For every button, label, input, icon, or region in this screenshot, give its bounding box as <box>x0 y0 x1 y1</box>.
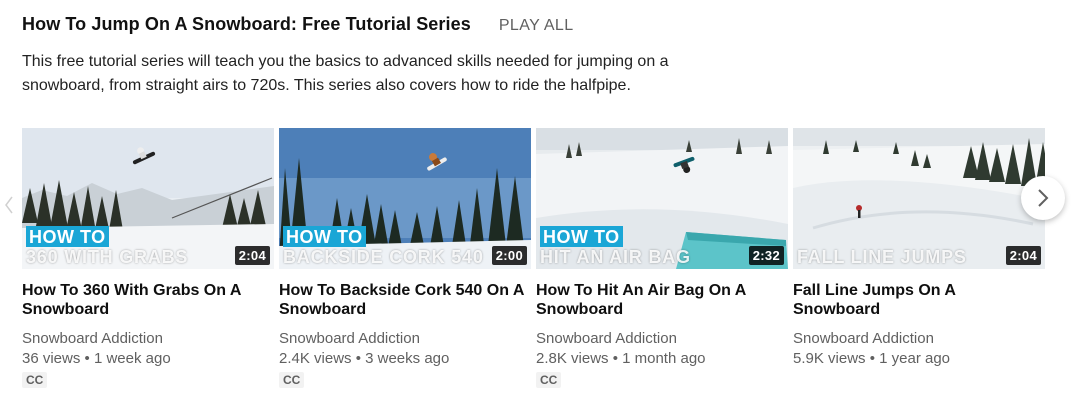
duration-badge: 2:32 <box>748 246 784 265</box>
duration-badge: 2:04 <box>234 246 270 265</box>
overlay-top-label: HOW TO <box>283 226 366 247</box>
duration-badge: 2:04 <box>1005 246 1041 265</box>
video-card[interactable]: HOW TO HIT AN AIR BAG 2:32 How To Hit An… <box>536 128 788 389</box>
channel-name[interactable]: Snowboard Addiction <box>793 329 1045 349</box>
overlay-bottom-label: FALL LINE JUMPS <box>797 247 967 267</box>
video-thumbnail[interactable]: FALL LINE JUMPS 2:04 <box>793 128 1045 269</box>
video-meta: How To 360 With Grabs On A Snowboard Sno… <box>22 269 274 389</box>
overlay-bottom-label: BACKSIDE CORK 540 <box>283 247 484 267</box>
cc-badge: CC <box>536 372 562 388</box>
video-title[interactable]: Fall Line Jumps On A Snowboard <box>793 281 1045 319</box>
video-stats: 2.4K views • 3 weeks ago <box>279 350 450 367</box>
next-arrow-button[interactable] <box>1021 176 1065 220</box>
shelf-description: This free tutorial series will teach you… <box>22 53 669 94</box>
thumbnail-overlay-text: FALL LINE JUMPS <box>797 247 967 266</box>
video-card[interactable]: HOW TO 360 WITH GRABS 2:04 How To 360 Wi… <box>22 128 274 389</box>
channel-name[interactable]: Snowboard Addiction <box>536 329 788 349</box>
video-thumbnail[interactable]: HOW TO HIT AN AIR BAG 2:32 <box>536 128 788 269</box>
video-title[interactable]: How To Hit An Air Bag On A Snowboard <box>536 281 788 319</box>
channel-name[interactable]: Snowboard Addiction <box>22 329 274 349</box>
video-meta: How To Hit An Air Bag On A Snowboard Sno… <box>536 269 788 389</box>
video-card[interactable]: FALL LINE JUMPS 2:04 Fall Line Jumps On … <box>793 128 1045 369</box>
chevron-right-icon <box>1038 189 1049 207</box>
thumbnail-overlay-text: HOW TO 360 WITH GRABS <box>26 226 188 266</box>
overlay-bottom-label: 360 WITH GRABS <box>26 247 189 267</box>
video-card[interactable]: HOW TO BACKSIDE CORK 540 2:00 How To Bac… <box>279 128 531 389</box>
cc-badge: CC <box>279 372 305 388</box>
cc-badge: CC <box>22 372 48 388</box>
video-meta: How To Backside Cork 540 On A Snowboard … <box>279 269 531 389</box>
overlay-bottom-label: HIT AN AIR BAG <box>540 247 691 267</box>
thumbnail-overlay-text: HOW TO BACKSIDE CORK 540 <box>283 226 484 266</box>
shelf-title[interactable]: How To Jump On A Snowboard: Free Tutoria… <box>22 14 471 35</box>
shelf-header: How To Jump On A Snowboard: Free Tutoria… <box>22 14 574 35</box>
chevron-left-icon <box>5 196 13 214</box>
video-meta: Fall Line Jumps On A Snowboard Snowboard… <box>793 269 1045 369</box>
duration-badge: 2:00 <box>491 246 527 265</box>
video-stats: 2.8K views • 1 month ago <box>536 350 706 367</box>
video-title[interactable]: How To 360 With Grabs On A Snowboard <box>22 281 274 319</box>
overlay-top-label: HOW TO <box>26 226 109 247</box>
video-thumbnail[interactable]: HOW TO BACKSIDE CORK 540 2:00 <box>279 128 531 269</box>
video-title[interactable]: How To Backside Cork 540 On A Snowboard <box>279 281 531 319</box>
video-stats: 5.9K views • 1 year ago <box>793 350 951 367</box>
channel-name[interactable]: Snowboard Addiction <box>279 329 531 349</box>
video-thumbnail[interactable]: HOW TO 360 WITH GRABS 2:04 <box>22 128 274 269</box>
video-shelf-row: HOW TO 360 WITH GRABS 2:04 How To 360 Wi… <box>22 128 1052 408</box>
video-stats: 36 views • 1 week ago <box>22 350 171 367</box>
play-all-button[interactable]: PLAY ALL <box>499 17 574 35</box>
thumbnail-overlay-text: HOW TO HIT AN AIR BAG <box>540 226 691 266</box>
overlay-top-label: HOW TO <box>540 226 623 247</box>
